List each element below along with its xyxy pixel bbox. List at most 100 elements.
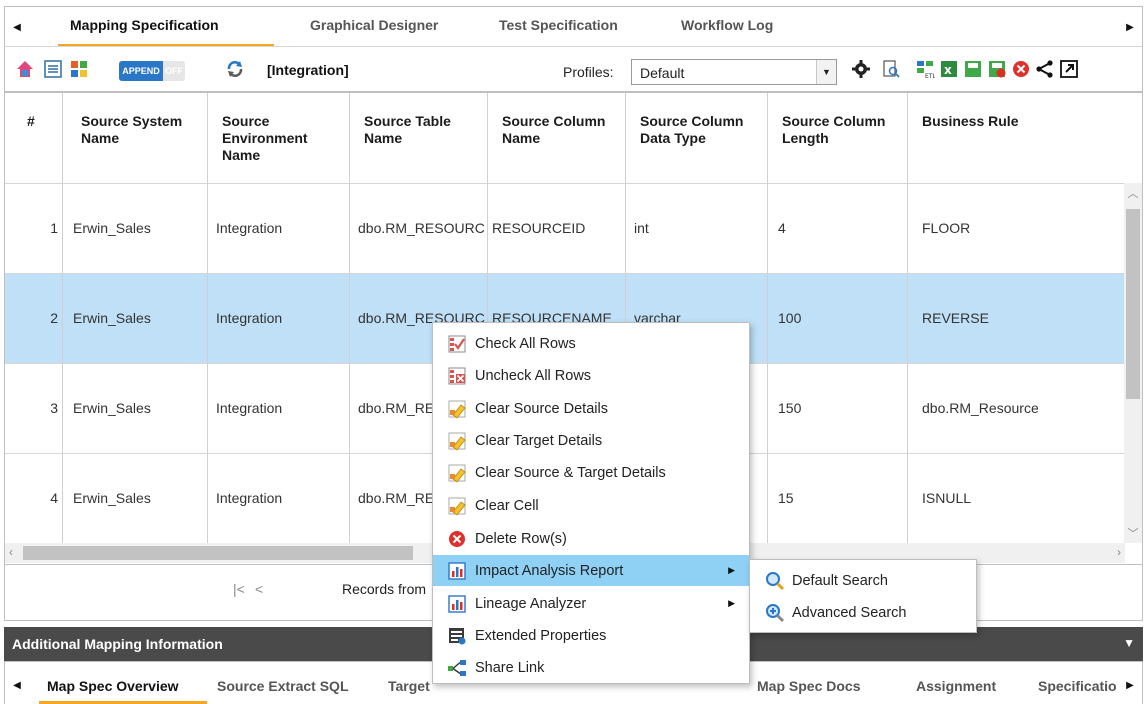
row-number: 3 <box>5 364 63 454</box>
cell-column-length[interactable]: 4 <box>768 184 908 274</box>
submenu-item-default-search[interactable]: Default Search <box>750 565 976 596</box>
previous-page-button[interactable]: < <box>255 581 263 597</box>
menu-item-share-link[interactable]: Share Link <box>433 652 749 683</box>
delete-icon <box>449 531 465 547</box>
list-view-icon[interactable] <box>43 59 63 79</box>
table-row[interactable]: 1 Erwin_Sales Integration dbo.RM_RESOURC… <box>5 183 1125 274</box>
column-header-source-column-length[interactable]: Source Column Length <box>768 93 908 183</box>
column-header-source-column-name[interactable]: Source Column Name <box>488 93 626 183</box>
row-number: 1 <box>5 184 63 274</box>
report-icon <box>448 595 466 613</box>
gear-icon[interactable] <box>851 59 871 79</box>
menu-item-uncheck-all-rows[interactable]: Uncheck All Rows <box>433 360 749 391</box>
menu-item-label: Check All Rows <box>475 335 576 352</box>
tab-mapping-specification[interactable]: Mapping Specification <box>70 17 219 33</box>
cell-business-rule[interactable]: ISNULL <box>908 454 1125 544</box>
tab-graphical-designer[interactable]: Graphical Designer <box>310 17 438 33</box>
cell-source-column[interactable]: RESOURCEID <box>488 184 626 274</box>
excel-icon[interactable]: x <box>939 59 959 79</box>
cell-business-rule[interactable]: dbo.RM_Resource <box>908 364 1125 454</box>
vertical-scrollbar[interactable]: ︿ ﹀ <box>1124 183 1142 543</box>
cell-source-table[interactable]: dbo.RM_RESOURC <box>350 184 488 274</box>
popout-icon[interactable] <box>1059 59 1079 79</box>
column-header-source-column-data-type[interactable]: Source Column Data Type <box>626 93 768 183</box>
first-page-button[interactable]: |< <box>233 581 245 597</box>
append-toggle[interactable]: APPEND OFF <box>119 61 185 81</box>
properties-icon <box>449 628 466 645</box>
cell-column-length[interactable]: 15 <box>768 454 908 544</box>
cell-column-length[interactable]: 100 <box>768 274 908 364</box>
column-header-source-table-name[interactable]: Source Table Name <box>350 93 488 183</box>
cell-business-rule[interactable]: REVERSE <box>908 274 1125 364</box>
share-icon[interactable] <box>1035 59 1055 79</box>
tab-specifications[interactable]: Specificatio <box>1038 678 1117 694</box>
cell-business-rule[interactable]: FLOOR <box>908 184 1125 274</box>
cell-source-system[interactable]: Erwin_Sales <box>63 184 208 274</box>
cell-data-type[interactable]: int <box>626 184 768 274</box>
menu-item-lineage-analyzer[interactable]: Lineage Analyzer ▶ <box>433 588 749 619</box>
menu-item-extended-properties[interactable]: Extended Properties <box>433 620 749 651</box>
records-info: Records from <box>342 581 427 597</box>
column-header-source-system-name[interactable]: Source System Name <box>63 93 208 183</box>
menu-item-check-all-rows[interactable]: Check All Rows <box>433 328 749 359</box>
menu-item-clear-cell[interactable]: Clear Cell <box>433 490 749 521</box>
horizontal-scroll-thumb[interactable] <box>23 546 413 560</box>
submenu-item-label: Advanced Search <box>792 604 907 621</box>
tab-source-extract-sql[interactable]: Source Extract SQL <box>217 678 349 694</box>
scroll-right-icon[interactable]: › <box>1117 545 1121 559</box>
bottom-tab-scroll-left-icon[interactable]: ◀ <box>9 676 25 694</box>
refresh-icon[interactable] <box>225 59 245 79</box>
menu-item-label: Clear Source Details <box>475 400 608 417</box>
cell-column-length[interactable]: 150 <box>768 364 908 454</box>
save-green-icon[interactable] <box>963 59 983 79</box>
check-rows-icon <box>448 335 466 353</box>
preview-icon[interactable] <box>881 59 901 79</box>
profiles-label: Profiles: <box>563 64 614 80</box>
menu-item-clear-source-details[interactable]: Clear Source Details <box>433 393 749 424</box>
tab-map-spec-overview[interactable]: Map Spec Overview <box>47 678 179 694</box>
grid-colors-icon[interactable] <box>69 59 89 79</box>
tab-test-specification[interactable]: Test Specification <box>499 17 618 33</box>
cell-source-environment[interactable]: Integration <box>208 364 350 454</box>
scroll-up-icon[interactable]: ︿ <box>1124 185 1142 201</box>
cell-source-environment[interactable]: Integration <box>208 454 350 544</box>
tab-scroll-left-icon[interactable]: ◀ <box>9 18 25 36</box>
scroll-left-icon[interactable]: ‹ <box>9 545 13 559</box>
save-red-icon[interactable] <box>987 59 1007 79</box>
tab-assignment[interactable]: Assignment <box>916 678 996 694</box>
profiles-select[interactable]: Default ▼ <box>631 59 837 85</box>
column-header-source-environment-name[interactable]: Source Environment Name <box>208 93 350 183</box>
cell-source-system[interactable]: Erwin_Sales <box>63 364 208 454</box>
cell-source-system[interactable]: Erwin_Sales <box>63 454 208 544</box>
tab-target[interactable]: Target <box>388 678 430 694</box>
impact-analysis-submenu: Default Search Advanced Search <box>749 559 977 633</box>
menu-item-label: Clear Cell <box>475 497 539 514</box>
column-header-business-rule[interactable]: Business Rule <box>908 93 1125 183</box>
submenu-arrow-icon: ▶ <box>728 598 735 608</box>
vertical-scroll-thumb[interactable] <box>1126 209 1140 399</box>
home-map-icon[interactable] <box>15 59 35 79</box>
eraser-icon <box>448 464 466 483</box>
cell-source-environment[interactable]: Integration <box>208 274 350 364</box>
context-menu: Check All Rows Uncheck All Rows Clear So… <box>432 322 750 684</box>
column-header-number[interactable]: # <box>5 93 63 183</box>
close-circle-icon[interactable] <box>1011 59 1031 79</box>
etl-icon[interactable]: ETL <box>915 59 935 79</box>
report-icon <box>448 562 466 580</box>
menu-item-clear-source-target-details[interactable]: Clear Source & Target Details <box>433 457 749 488</box>
menu-item-label: Clear Source & Target Details <box>475 464 666 481</box>
cell-source-system[interactable]: Erwin_Sales <box>63 274 208 364</box>
submenu-item-advanced-search[interactable]: Advanced Search <box>750 597 976 628</box>
tab-scroll-right-icon[interactable]: ▶ <box>1122 18 1138 36</box>
cell-source-environment[interactable]: Integration <box>208 184 350 274</box>
tab-map-spec-docs[interactable]: Map Spec Docs <box>757 678 860 694</box>
submenu-arrow-icon: ▶ <box>728 565 735 575</box>
menu-item-impact-analysis-report[interactable]: Impact Analysis Report ▶ <box>433 555 749 586</box>
menu-item-clear-target-details[interactable]: Clear Target Details <box>433 425 749 456</box>
menu-item-delete-rows[interactable]: Delete Row(s) <box>433 523 749 554</box>
chevron-down-icon[interactable]: ▼ <box>1123 636 1135 650</box>
chevron-down-icon[interactable]: ▼ <box>816 60 836 84</box>
scroll-down-icon[interactable]: ﹀ <box>1124 525 1142 541</box>
tab-workflow-log[interactable]: Workflow Log <box>681 17 773 33</box>
bottom-tab-scroll-right-icon[interactable]: ▶ <box>1122 676 1138 694</box>
